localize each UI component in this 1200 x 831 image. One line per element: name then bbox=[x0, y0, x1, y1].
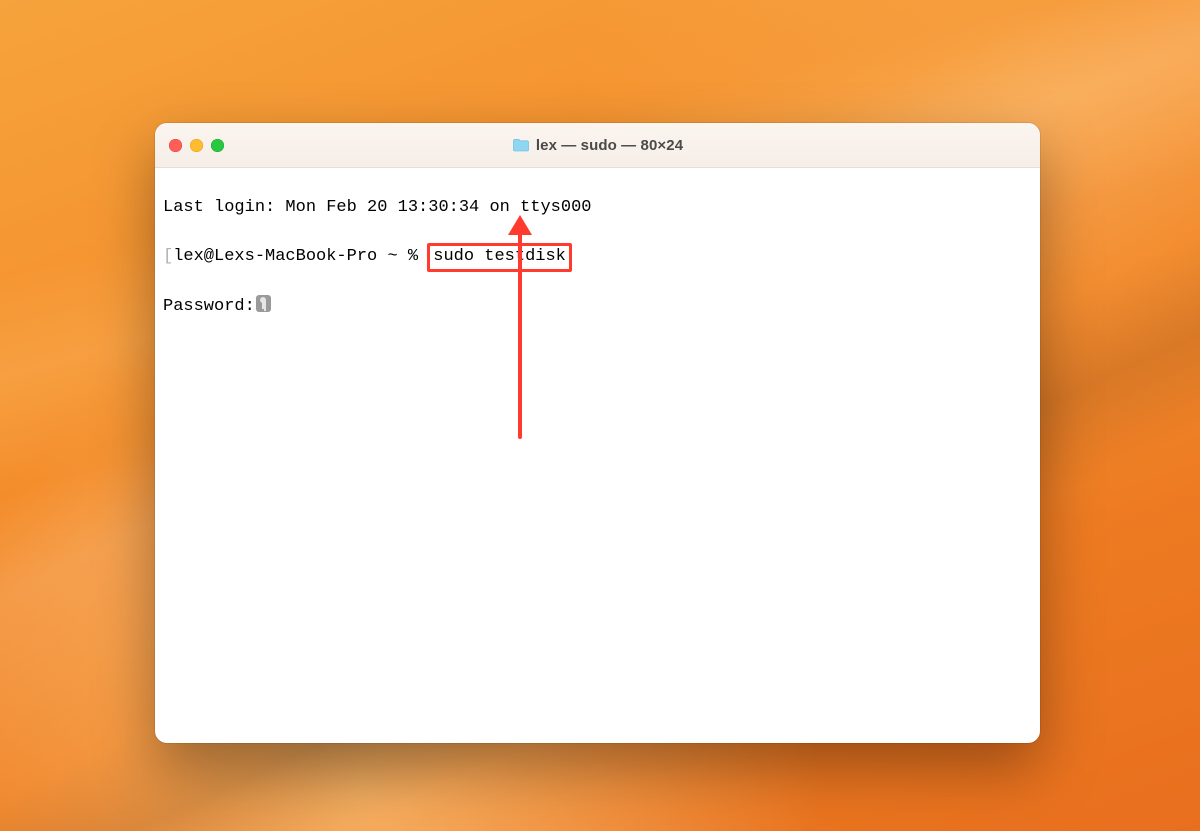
terminal-window: lex — sudo — 80×24 Last login: Mon Feb 2… bbox=[155, 123, 1040, 743]
zoom-button[interactable] bbox=[211, 139, 224, 152]
minimize-button[interactable] bbox=[190, 139, 203, 152]
typed-command: sudo testdisk bbox=[433, 247, 566, 266]
traffic-lights bbox=[155, 139, 224, 152]
window-titlebar[interactable]: lex — sudo — 80×24 bbox=[155, 123, 1040, 168]
key-icon bbox=[256, 295, 271, 312]
last-login-line: Last login: Mon Feb 20 13:30:34 on ttys0… bbox=[163, 197, 1032, 220]
terminal-body[interactable]: Last login: Mon Feb 20 13:30:34 on ttys0… bbox=[155, 168, 1040, 743]
folder-icon bbox=[512, 138, 530, 152]
password-line: Password: bbox=[163, 295, 1032, 319]
close-button[interactable] bbox=[169, 139, 182, 152]
password-label: Password: bbox=[163, 297, 255, 316]
command-highlight: sudo testdisk bbox=[427, 243, 572, 272]
prompt-line: [lex@Lexs-MacBook-Pro ~ % sudo testdisk bbox=[163, 243, 1032, 272]
window-title: lex — sudo — 80×24 bbox=[536, 137, 683, 154]
desktop-wallpaper: lex — sudo — 80×24 Last login: Mon Feb 2… bbox=[0, 0, 1200, 831]
shell-prompt: lex@Lexs-MacBook-Pro ~ % bbox=[173, 247, 428, 266]
